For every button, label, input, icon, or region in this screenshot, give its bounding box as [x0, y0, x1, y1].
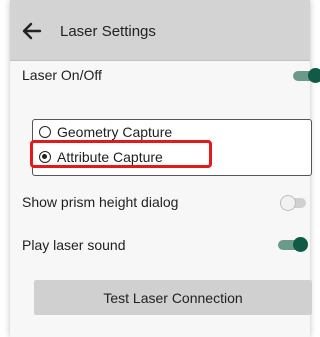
bottom-edge	[10, 325, 310, 337]
laser-toggle-label: Laser On/Off	[22, 67, 102, 83]
radio-attribute-capture[interactable]: Attribute Capture	[39, 149, 163, 165]
radio-label: Attribute Capture	[57, 149, 163, 165]
prism-dialog-label: Show prism height dialog	[22, 194, 179, 210]
prism-dialog-switch[interactable]	[280, 194, 310, 211]
laser-toggle-switch[interactable]	[293, 67, 320, 83]
radio-label: Geometry Capture	[57, 124, 173, 140]
toggle-thumb	[308, 68, 320, 83]
toggle-thumb	[293, 237, 308, 252]
test-laser-connection-button[interactable]: Test Laser Connection	[34, 280, 312, 315]
laser-sound-label: Play laser sound	[22, 237, 126, 253]
radio-checked-icon	[39, 151, 51, 163]
app-bar: Laser Settings	[10, 0, 310, 61]
page-title: Laser Settings	[60, 23, 156, 40]
radio-unchecked-icon	[39, 126, 51, 138]
laser-sound-switch[interactable]	[278, 236, 308, 252]
capture-mode-group: Geometry Capture Attribute Capture	[32, 119, 312, 176]
arrow-left-icon[interactable]	[22, 22, 42, 40]
radio-geometry-capture[interactable]: Geometry Capture	[39, 124, 172, 140]
toggle-thumb	[280, 195, 296, 211]
settings-screen: Laser Settings Laser On/Off Geometry Cap…	[10, 0, 320, 337]
